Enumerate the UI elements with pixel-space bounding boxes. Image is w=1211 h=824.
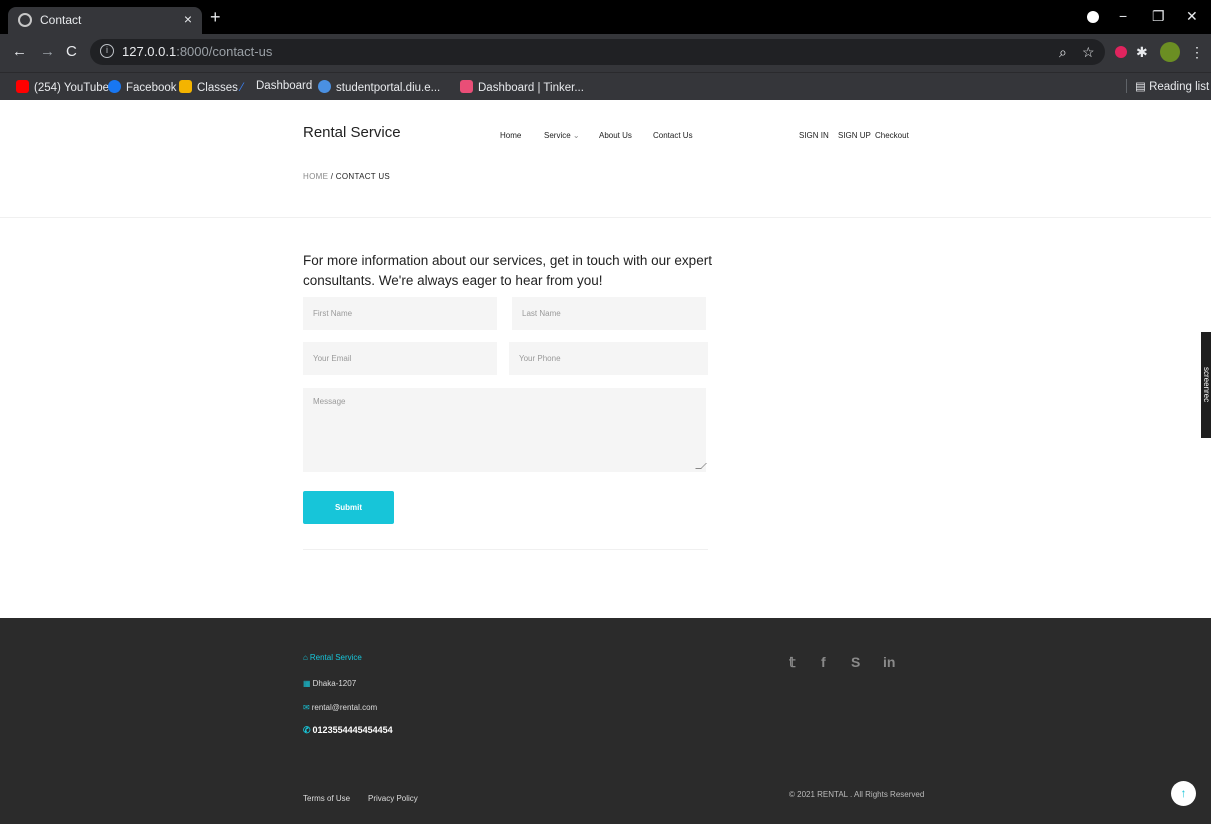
phone-icon: ✆ [303, 725, 311, 735]
linkedin-icon[interactable]: in [883, 654, 895, 670]
bookmark-facebook[interactable]: Facebook [108, 80, 177, 94]
message-textarea[interactable] [303, 388, 706, 472]
home-icon: ⌂ [303, 653, 308, 662]
address-bar[interactable]: i 127.0.0.1:8000/contact-us [90, 39, 1105, 65]
user-avatar[interactable] [1160, 42, 1180, 62]
url-path: :8000/contact-us [176, 44, 273, 59]
skype-icon[interactable]: S [851, 654, 860, 670]
bookmark-classes[interactable]: Classes [179, 80, 238, 94]
contact-intro: For more information about our services,… [303, 253, 712, 288]
reading-list-button[interactable]: ▤ Reading list [1126, 79, 1209, 93]
scroll-to-top-button[interactable]: ↑ [1171, 781, 1196, 806]
twitter-icon[interactable]: 𝕥 [789, 654, 796, 671]
reload-icon[interactable]: C [66, 43, 77, 60]
browser-menu-icon[interactable]: ⋮ [1190, 44, 1204, 61]
arrow-up-icon: ↑ [1180, 786, 1187, 800]
footer-phone-text: 0123554445454454 [312, 725, 393, 735]
bookmark-label: (254) YouTube [34, 82, 110, 94]
new-tab-button[interactable]: + [210, 7, 221, 28]
breadcrumb-current: CONTACT US [335, 172, 391, 181]
chevron-down-icon: ⌄ [572, 131, 580, 140]
tab-title: Contact [40, 13, 82, 27]
site-header: Rental Service Home Service ⌄ About Us C… [0, 100, 1211, 218]
studentportal-icon [318, 80, 331, 93]
email-input[interactable] [303, 342, 497, 375]
extensions-puzzle-icon[interactable]: ✱ [1136, 44, 1148, 61]
nav-home[interactable]: Home [500, 131, 521, 140]
site-info-icon[interactable]: i [100, 44, 114, 58]
classroom-icon [179, 80, 192, 93]
maximize-button[interactable]: ❐ [1152, 8, 1165, 25]
youtube-icon [16, 80, 29, 93]
bookmark-label: Dashboard | Tinker... [478, 82, 584, 94]
nav-about[interactable]: About Us [599, 131, 632, 140]
screenrec-badge[interactable]: screenrec [1201, 332, 1211, 438]
footer-address-text: Dhaka-1207 [312, 679, 357, 688]
browser-profile-icon[interactable] [1087, 11, 1099, 23]
last-name-input[interactable] [512, 297, 706, 330]
globe-icon [18, 13, 32, 27]
site-brand[interactable]: Rental Service [303, 124, 401, 141]
url-host: 127.0.0.1 [122, 44, 177, 59]
browser-toolbar: ← → C i 127.0.0.1:8000/contact-us ⌕ ☆ ✱ … [0, 34, 1211, 72]
site-footer: ⌂ Rental Service ▦ Dhaka-1207 ✉ rental@rent… [0, 618, 1211, 824]
url-text: 127.0.0.1:8000/contact-us [122, 44, 272, 59]
bookmarks-bar: (254) YouTube Facebook Classes ⁄ Dashboar… [0, 72, 1211, 100]
bookmark-star-icon[interactable]: ☆ [1082, 44, 1095, 61]
footer-address: ▦ Dhaka-1207 [303, 679, 356, 688]
bookmark-dashboard[interactable]: ⁄ Dashboard [241, 80, 312, 95]
bookmark-label: Facebook [126, 82, 177, 94]
first-name-input[interactable] [303, 297, 497, 330]
dashboard-icon: ⁄ [241, 82, 243, 94]
form-divider [303, 549, 708, 550]
reading-list-label: Reading list [1149, 81, 1210, 93]
forward-icon[interactable]: → [40, 43, 55, 60]
zoom-icon[interactable]: ⌕ [1059, 44, 1067, 61]
close-tab-icon[interactable]: × [184, 11, 192, 27]
nav-contact[interactable]: Contact Us [653, 131, 693, 140]
breadcrumb-separator: / [330, 172, 334, 181]
checkout-link[interactable]: Checkout [875, 131, 909, 140]
facebook-icon[interactable]: f [821, 654, 826, 670]
nav-service[interactable]: Service ⌄ [544, 131, 580, 140]
breadcrumb-home[interactable]: HOME [303, 172, 328, 181]
ublock-extension-icon[interactable] [1115, 46, 1127, 58]
facebook-icon [108, 80, 121, 93]
breadcrumb: HOME / CONTACT US [303, 172, 390, 181]
nav-service-label: Service [544, 131, 571, 140]
bookmark-label: Classes [197, 82, 238, 94]
minimize-button[interactable]: − [1119, 8, 1127, 24]
building-icon: ▦ [303, 679, 311, 688]
bookmark-tinkercad[interactable]: Dashboard | Tinker... [460, 80, 584, 94]
bookmark-youtube[interactable]: (254) YouTube [16, 80, 109, 94]
reading-list-icon: ▤ [1135, 81, 1150, 93]
copyright-text: © 2021 RENTAL . All Rights Reserved [789, 790, 925, 799]
bookmark-studentportal[interactable]: studentportal.diu.e... [318, 80, 440, 94]
browser-tab[interactable]: Contact × [8, 7, 202, 34]
footer-phone[interactable]: ✆ 0123554445454454 [303, 725, 393, 736]
terms-link[interactable]: Terms of Use [303, 794, 350, 803]
footer-email[interactable]: ✉ rental@rental.com [303, 703, 377, 712]
back-icon[interactable]: ← [12, 43, 27, 60]
tinkercad-icon [460, 80, 473, 93]
footer-email-text: rental@rental.com [311, 703, 378, 712]
envelope-icon: ✉ [303, 703, 310, 712]
sign-up-link[interactable]: SIGN UP [838, 131, 871, 140]
footer-brand-label: Rental Service [309, 653, 362, 662]
browser-tab-bar: Contact × + − ❐ ✕ [0, 0, 1211, 34]
privacy-link[interactable]: Privacy Policy [368, 794, 418, 803]
bookmark-label: Dashboard [256, 80, 313, 92]
submit-button[interactable]: Submit [303, 491, 394, 524]
close-window-button[interactable]: ✕ [1186, 8, 1198, 25]
bookmark-label: studentportal.diu.e... [336, 82, 441, 94]
footer-brand[interactable]: ⌂ Rental Service [303, 653, 362, 662]
sign-in-link[interactable]: SIGN IN [799, 131, 829, 140]
phone-input[interactable] [509, 342, 708, 375]
